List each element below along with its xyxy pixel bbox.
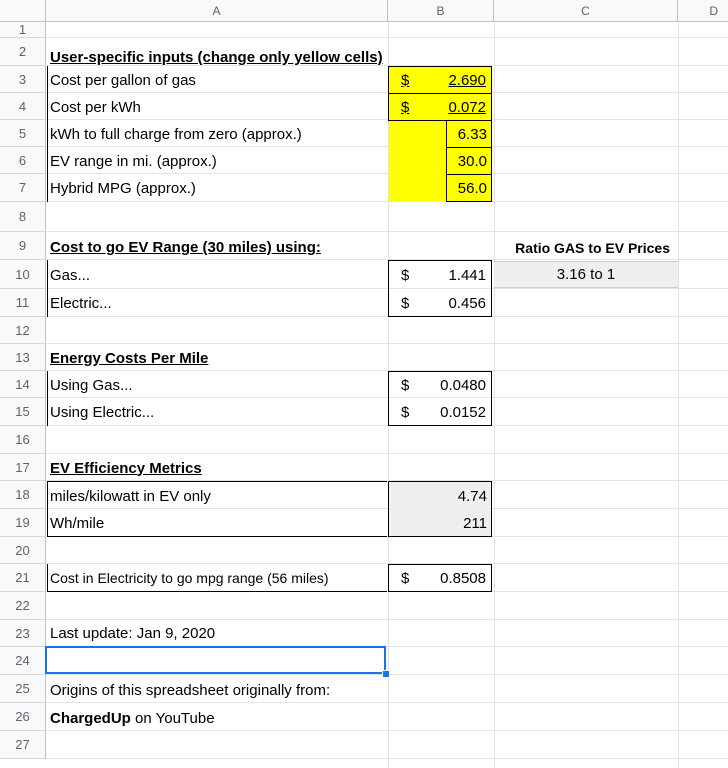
credit-name: ChargedUp xyxy=(50,709,131,727)
mpg-range-number: 0.8508 xyxy=(440,569,486,587)
mpg-range-label[interactable]: Cost in Electricity to go mpg range (56 … xyxy=(47,564,329,592)
row-gridline xyxy=(46,119,728,120)
gas-cost-number: 1.441 xyxy=(448,266,486,284)
electric-cost-label[interactable]: Electric... xyxy=(47,289,112,317)
row-header-14[interactable]: 14 xyxy=(0,371,46,398)
row-gridline xyxy=(46,397,728,398)
row-header-2[interactable]: 2 xyxy=(0,38,46,66)
currency-symbol: $ xyxy=(401,98,410,116)
row-header-19[interactable]: 19 xyxy=(0,509,46,537)
per-mile-heading[interactable]: Energy Costs Per Mile xyxy=(47,344,208,372)
origins-text[interactable]: Origins of this spreadsheet originally f… xyxy=(47,676,330,704)
kwh-full-label[interactable]: kWh to full charge from zero (approx.) xyxy=(47,121,302,148)
row-header-26[interactable]: 26 xyxy=(0,703,46,731)
kwh-full-input[interactable]: 6.33 xyxy=(446,120,492,148)
corner-cell[interactable] xyxy=(0,0,46,22)
gas-cost-label[interactable]: Gas... xyxy=(47,261,90,289)
row-gridline xyxy=(46,37,728,38)
column-header-c[interactable]: C xyxy=(494,0,678,22)
hybrid-mpg-label[interactable]: Hybrid MPG (approx.) xyxy=(47,175,196,202)
row-header-25[interactable]: 25 xyxy=(0,675,46,703)
currency-symbol: $ xyxy=(401,71,410,89)
ratio-value[interactable]: 3.16 to 1 xyxy=(494,261,678,288)
row-header-1[interactable]: 1 xyxy=(0,22,46,38)
row-header-27[interactable]: 27 xyxy=(0,731,46,759)
row-header-8[interactable]: 8 xyxy=(0,202,46,232)
row-header-22[interactable]: 22 xyxy=(0,592,46,620)
row-header-12[interactable]: 12 xyxy=(0,317,46,344)
row-header-20[interactable]: 20 xyxy=(0,537,46,564)
row-gridline xyxy=(46,231,728,232)
kwh-price-label[interactable]: Cost per kWh xyxy=(47,94,141,121)
electric-cost-cell[interactable]: $ 0.456 xyxy=(389,289,491,317)
currency-symbol: $ xyxy=(401,266,410,284)
mpg-range-cell[interactable]: $ 0.8508 xyxy=(388,564,492,592)
row-header-5[interactable]: 5 xyxy=(0,120,46,147)
last-update[interactable]: Last update: Jan 9, 2020 xyxy=(47,620,215,647)
wh-per-mile-value[interactable]: 211 xyxy=(389,510,491,537)
ev-range-label[interactable]: EV range in mi. (approx.) xyxy=(47,148,217,175)
gas-price-value: 2.690 xyxy=(448,71,486,89)
ratio-heading[interactable]: Ratio GAS to EV Prices xyxy=(494,234,678,261)
selected-cell-a23[interactable] xyxy=(45,646,386,674)
row-header-13[interactable]: 13 xyxy=(0,344,46,371)
row-header-6[interactable]: 6 xyxy=(0,147,46,174)
row-header-15[interactable]: 15 xyxy=(0,398,46,426)
currency-symbol: $ xyxy=(401,294,410,312)
row-header-7[interactable]: 7 xyxy=(0,174,46,202)
row-header-18[interactable]: 18 xyxy=(0,481,46,509)
row-header-23[interactable]: 23 xyxy=(0,620,46,647)
row-gridline xyxy=(46,316,728,317)
electric-cost-number: 0.456 xyxy=(448,294,486,312)
row-header-17[interactable]: 17 xyxy=(0,454,46,481)
per-mile-gas-number: 0.0480 xyxy=(440,377,486,394)
per-mile-electric-label[interactable]: Using Electric... xyxy=(47,399,154,426)
miles-per-kw-value[interactable]: 4.74 xyxy=(389,482,491,510)
row-gridline xyxy=(46,288,728,289)
row-header-21[interactable]: 21 xyxy=(0,564,46,592)
gas-price-label[interactable]: Cost per gallon of gas xyxy=(47,67,196,94)
row-header-4[interactable]: 4 xyxy=(0,93,46,120)
per-mile-electric-number: 0.0152 xyxy=(440,404,486,421)
row-header-24[interactable]: 24 xyxy=(0,647,46,675)
yellow-fill-block xyxy=(389,121,446,201)
column-header-d[interactable]: D xyxy=(678,0,728,22)
credit-rest: on YouTube xyxy=(130,709,215,727)
kwh-price-input[interactable]: $ 0.072 xyxy=(388,93,492,121)
per-mile-gas-cell[interactable]: $ 0.0480 xyxy=(389,372,491,399)
row-header-9[interactable]: 9 xyxy=(0,232,46,260)
row-header-11[interactable]: 11 xyxy=(0,289,46,317)
ev-range-input[interactable]: 30.0 xyxy=(446,147,492,175)
currency-symbol: $ xyxy=(401,377,410,394)
cost-range-heading[interactable]: Cost to go EV Range (30 miles) using: xyxy=(47,234,321,261)
credit-text[interactable]: ChargedUp on YouTube xyxy=(47,704,215,732)
row-header-16[interactable]: 16 xyxy=(0,426,46,454)
row-gridline xyxy=(46,758,728,759)
inputs-heading[interactable]: User-specific inputs (change only yellow… xyxy=(47,43,383,66)
kwh-price-value: 0.072 xyxy=(448,98,486,116)
row-header-3[interactable]: 3 xyxy=(0,66,46,93)
currency-symbol: $ xyxy=(401,404,410,421)
hybrid-mpg-input[interactable]: 56.0 xyxy=(446,174,492,202)
column-header-b[interactable]: B xyxy=(388,0,494,22)
gas-price-input[interactable]: $ 2.690 xyxy=(388,66,492,94)
per-mile-gas-label[interactable]: Using Gas... xyxy=(47,372,133,399)
currency-symbol: $ xyxy=(401,569,410,587)
efficiency-heading[interactable]: EV Efficiency Metrics xyxy=(47,454,202,482)
gas-cost-cell[interactable]: $ 1.441 xyxy=(389,261,491,289)
column-header-a[interactable]: A xyxy=(46,0,388,22)
per-mile-electric-cell[interactable]: $ 0.0152 xyxy=(389,399,491,426)
fill-handle[interactable] xyxy=(382,670,390,678)
row-header-10[interactable]: 10 xyxy=(0,260,46,289)
